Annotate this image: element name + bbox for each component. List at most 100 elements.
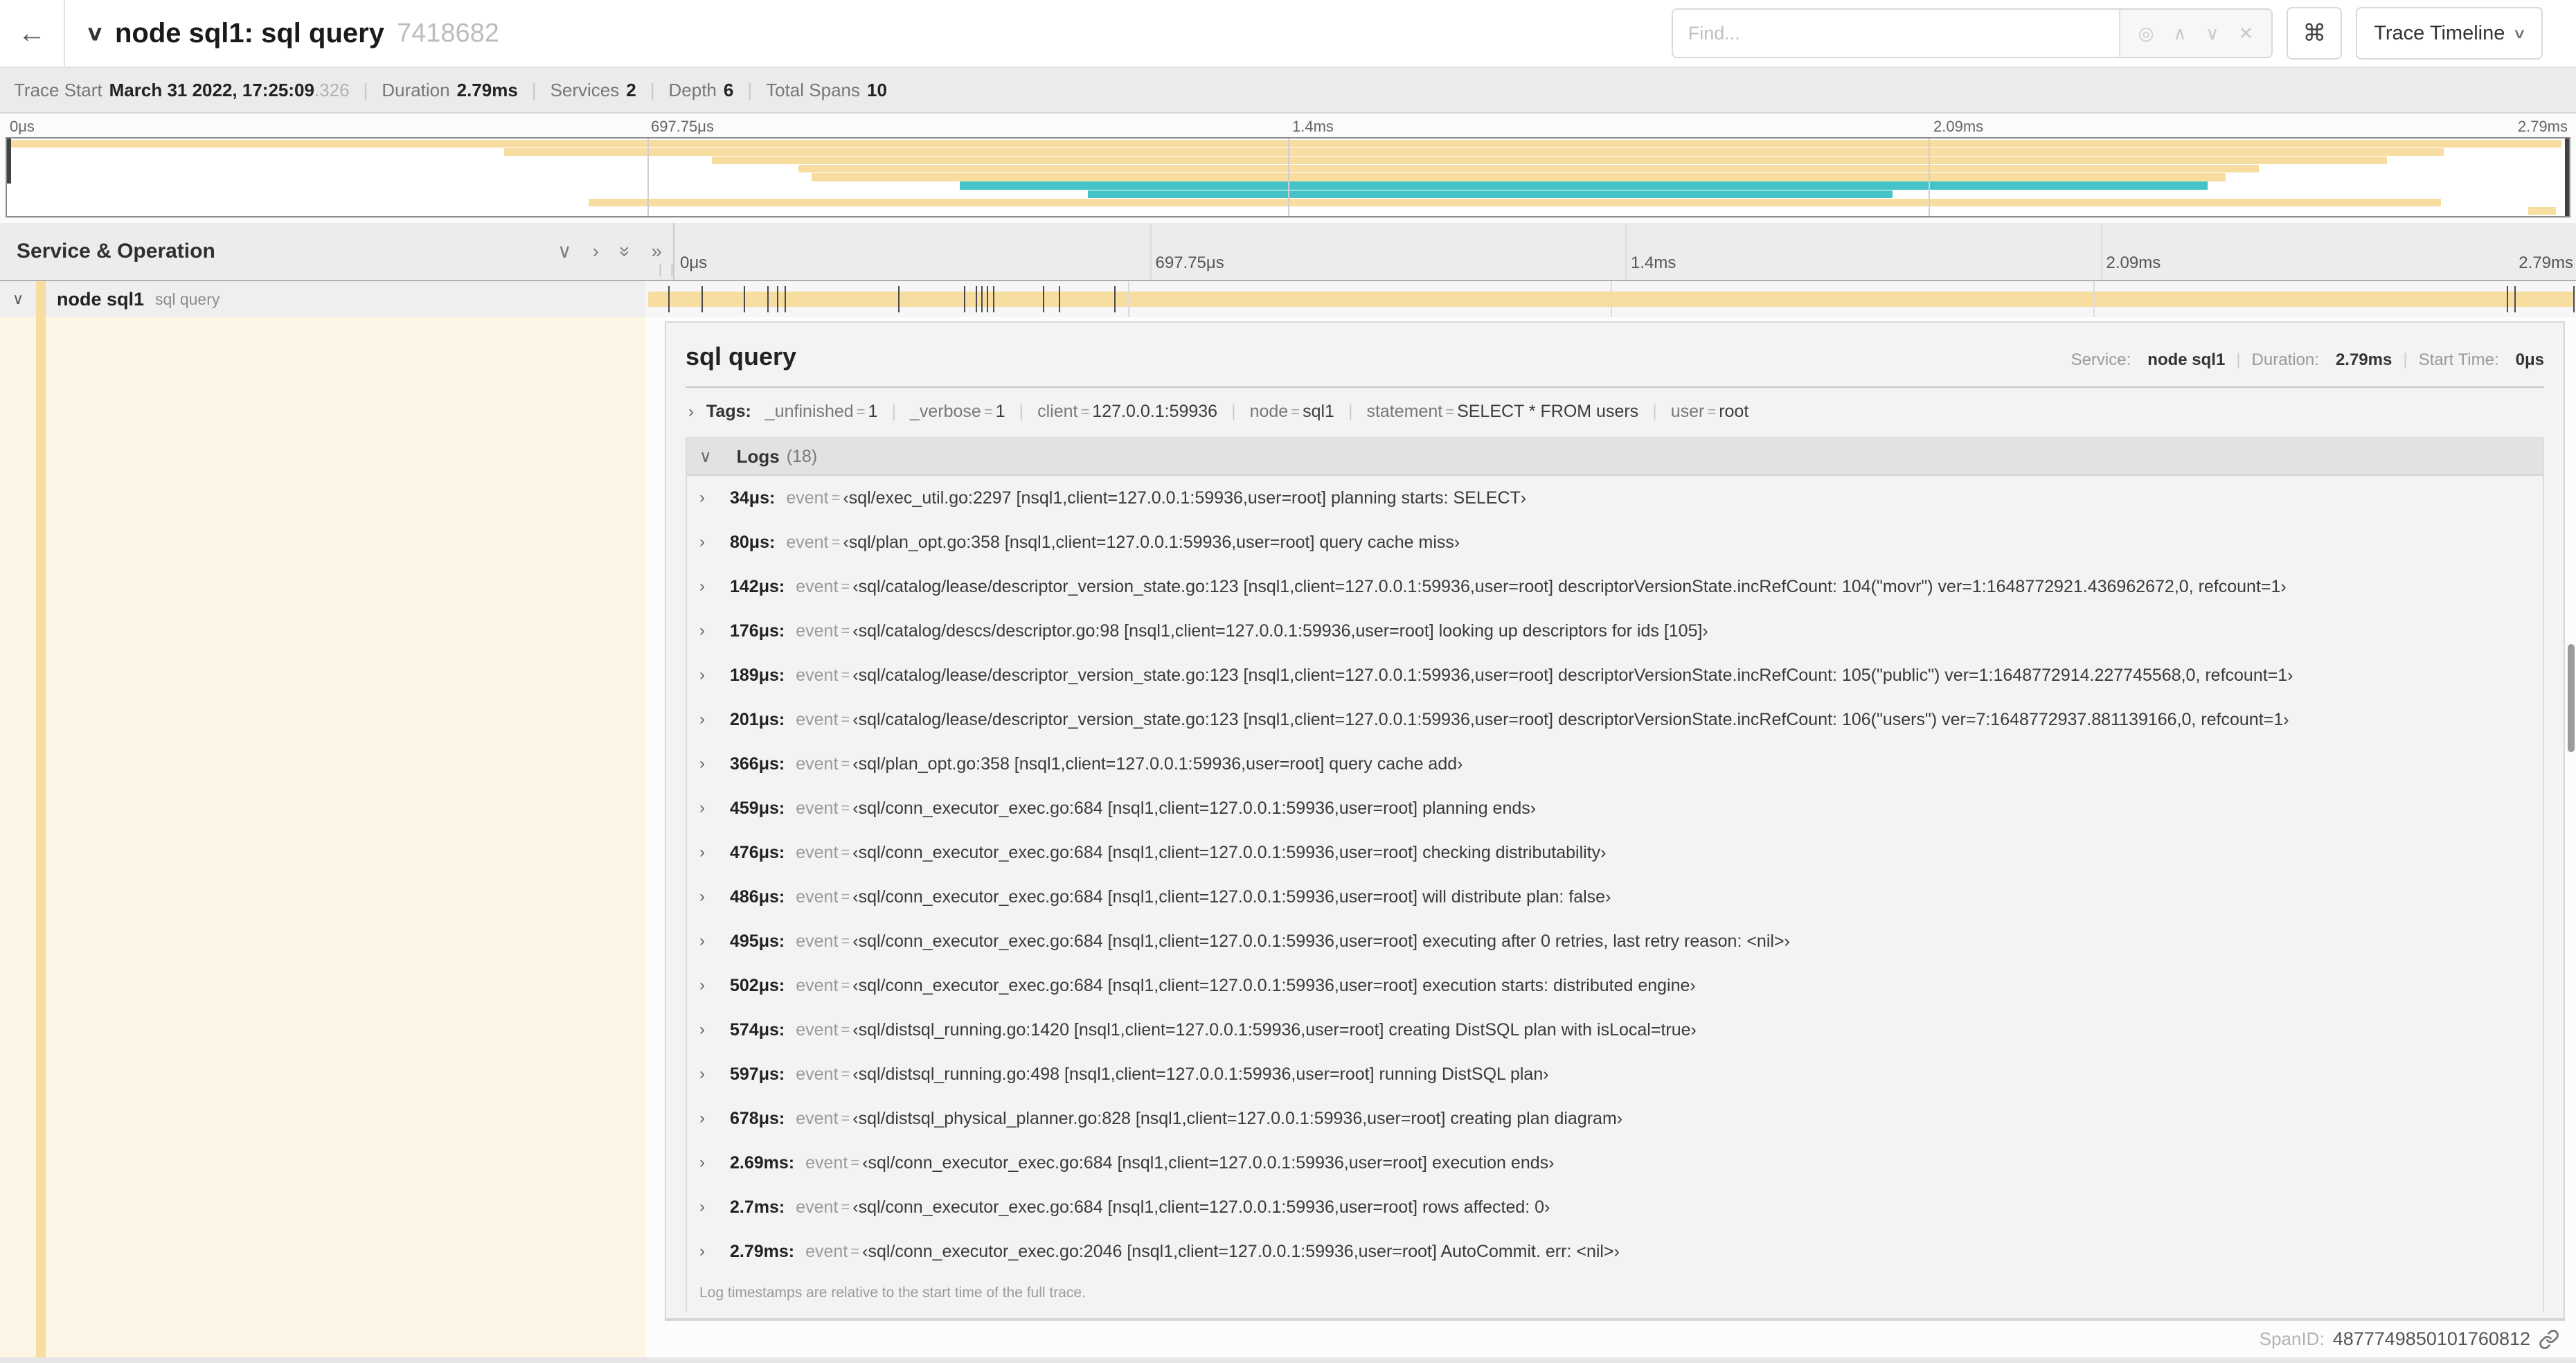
next-match-icon[interactable]: ∨ (2206, 24, 2219, 42)
back-button[interactable]: ← (0, 0, 65, 66)
collapse-chevron-icon[interactable]: ∨ (85, 21, 104, 46)
start-time-label: Start Time: (2418, 350, 2499, 369)
log-expand-chevron-icon[interactable]: › (699, 976, 705, 995)
log-expand-chevron-icon[interactable]: › (699, 1197, 705, 1217)
log-row[interactable]: › 502μs: event = ‹sql/conn_executor_exec.go:… (687, 963, 2543, 1008)
log-row[interactable]: › 34μs: event = ‹sql/exec_util.go:2297 [nsql… (687, 476, 2543, 520)
trace-info-value: 6 (723, 79, 734, 100)
log-event-mark (987, 286, 989, 312)
log-field-value: ‹sql/distsql_running.go:498 [nsql1,clien… (852, 1064, 1549, 1084)
log-row[interactable]: › 2.69ms: event = ‹sql/conn_executor_exec.go… (687, 1141, 2543, 1185)
span-row[interactable]: ∨ node sql1 sql query (0, 281, 2576, 317)
log-row[interactable]: › 678μs: event = ‹sql/distsql_physical_plann… (687, 1096, 2543, 1141)
divider: | (363, 79, 368, 100)
log-row[interactable]: › 80μs: event = ‹sql/plan_opt.go:358 [nsql1,… (687, 520, 2543, 564)
tag-value: 1 (995, 402, 1005, 421)
log-expand-chevron-icon[interactable]: › (699, 577, 705, 596)
prev-match-icon[interactable]: ∧ (2173, 24, 2186, 42)
log-expand-chevron-icon[interactable]: › (699, 488, 705, 508)
tags-expand-chevron-icon[interactable]: › (688, 402, 694, 422)
collapse-all-icon[interactable]: » (615, 246, 636, 257)
log-event-mark (2506, 286, 2508, 312)
minimap-span-bar (811, 173, 2226, 181)
log-expand-chevron-icon[interactable]: › (699, 843, 705, 862)
logs-footnote: Log timestamps are relative to the start… (699, 1285, 1086, 1301)
log-expand-chevron-icon[interactable]: › (699, 533, 705, 552)
divider: | (747, 79, 753, 100)
log-expand-chevron-icon[interactable]: › (699, 1064, 705, 1084)
log-expand-chevron-icon[interactable]: › (699, 1242, 705, 1261)
trace-info-label: Total Spans (766, 79, 860, 100)
ruler-tick-label: 697.75μs (1155, 253, 1224, 272)
log-row[interactable]: › 476μs: event = ‹sql/conn_executor_exec.go:… (687, 830, 2543, 875)
log-row[interactable]: › 176μs: event = ‹sql/catalog/descs/descript… (687, 609, 2543, 653)
log-expand-chevron-icon[interactable]: › (699, 1020, 705, 1040)
keyboard-shortcuts-button[interactable]: ⌘ (2287, 7, 2343, 60)
minimap-right-scrubber[interactable] (2565, 139, 2569, 216)
logs-collapse-chevron-icon[interactable]: ∨ (699, 447, 712, 467)
log-field-value: ‹sql/conn_executor_exec.go:684 [nsql1,cl… (852, 975, 1696, 995)
log-expand-chevron-icon[interactable]: › (699, 887, 705, 907)
log-row[interactable]: › 366μs: event = ‹sql/plan_opt.go:358 [nsql1… (687, 742, 2543, 786)
minimap-left-scrubber[interactable] (7, 139, 11, 184)
log-event-mark (1058, 286, 1060, 312)
span-detail-row: sql query Service: node sql1 | Duration: 2… (0, 317, 2576, 1357)
log-row[interactable]: › 142μs: event = ‹sql/catalog/lease/descript… (687, 564, 2543, 609)
log-row[interactable]: › 495μs: event = ‹sql/conn_executor_exec.go:… (687, 919, 2543, 963)
span-collapse-chevron-icon[interactable]: ∨ (0, 290, 36, 308)
deep-link-icon[interactable] (2539, 1329, 2559, 1350)
minimap-canvas[interactable] (6, 137, 2570, 217)
log-row[interactable]: › 2.79ms: event = ‹sql/conn_executor_exec.go… (687, 1229, 2543, 1274)
scrollbar-thumb[interactable] (2568, 644, 2575, 752)
log-timestamp: 495μs: (730, 931, 785, 951)
service-operation-title: Service & Operation (17, 240, 215, 262)
log-expand-chevron-icon[interactable]: › (699, 1109, 705, 1128)
log-field-value: ‹sql/distsql_running.go:1420 [nsql1,clie… (852, 1019, 1697, 1040)
log-row[interactable]: › 597μs: event = ‹sql/distsql_running.go:498… (687, 1052, 2543, 1096)
tag-equals: = (1707, 403, 1717, 420)
log-row[interactable]: › 189μs: event = ‹sql/catalog/lease/descript… (687, 653, 2543, 697)
log-expand-chevron-icon[interactable]: › (699, 754, 705, 774)
bottom-strip (0, 1357, 2576, 1363)
log-expand-chevron-icon[interactable]: › (699, 666, 705, 685)
log-expand-chevron-icon[interactable]: › (699, 1153, 705, 1173)
span-bar-cell[interactable] (645, 281, 2576, 317)
span-name-cell[interactable]: ∨ node sql1 sql query (0, 281, 645, 317)
trace-view-select[interactable]: Trace Timeline ∨ (2356, 7, 2543, 60)
log-expand-chevron-icon[interactable]: › (699, 799, 705, 818)
match-target-icon[interactable]: ◎ (2138, 24, 2154, 42)
timeline-gridline (1150, 223, 1152, 280)
span-id-footer: SpanID: 4877749850101760812 (665, 1319, 2565, 1357)
tag-equals: = (1445, 403, 1455, 420)
expand-all-icon[interactable]: » (651, 242, 662, 261)
log-row[interactable]: › 459μs: event = ‹sql/conn_executor_exec.go:… (687, 786, 2543, 830)
column-resizer-grip[interactable]: ❘❘ (655, 262, 679, 277)
log-field-key: event (786, 532, 829, 552)
expand-one-icon[interactable]: › (593, 242, 599, 261)
log-event-mark (1114, 286, 1116, 312)
find-input[interactable] (1672, 10, 2119, 57)
collapse-one-icon[interactable]: ∨ (557, 242, 572, 261)
service-color-strip (36, 317, 46, 1357)
tags-row[interactable]: › Tags: _unfinished = 1 | _verbose = 1 | client =… (686, 388, 2544, 434)
log-row[interactable]: › 574μs: event = ‹sql/distsql_running.go:142… (687, 1008, 2543, 1052)
log-field-value: ‹sql/conn_executor_exec.go:684 [nsql1,cl… (852, 842, 1607, 862)
log-timestamp: 34μs: (730, 488, 776, 508)
log-expand-chevron-icon[interactable]: › (699, 621, 705, 641)
log-expand-chevron-icon[interactable]: › (699, 932, 705, 951)
minimap-span-bar (798, 165, 2260, 173)
log-row[interactable]: › 201μs: event = ‹sql/catalog/lease/descript… (687, 697, 2543, 742)
log-expand-chevron-icon[interactable]: › (699, 710, 705, 729)
clear-find-icon[interactable]: ✕ (2238, 24, 2253, 42)
logs-header[interactable]: ∨ Logs (18) (687, 438, 2543, 476)
divider: | (1019, 402, 1024, 421)
tag-value: root (1719, 402, 1749, 421)
minimap-span-bar (1088, 190, 1893, 198)
span-service-name: node sql1 (57, 288, 145, 310)
log-field-value: ‹sql/conn_executor_exec.go:2046 [nsql1,c… (862, 1241, 1620, 1261)
log-row[interactable]: › 2.7ms: event = ‹sql/conn_executor_exec.go:… (687, 1185, 2543, 1229)
log-equals: = (841, 1198, 850, 1215)
log-field-value: ‹sql/exec_util.go:2297 [nsql1,client=127… (843, 488, 1527, 508)
divider: | (2236, 350, 2241, 369)
log-row[interactable]: › 486μs: event = ‹sql/conn_executor_exec.go:… (687, 875, 2543, 919)
